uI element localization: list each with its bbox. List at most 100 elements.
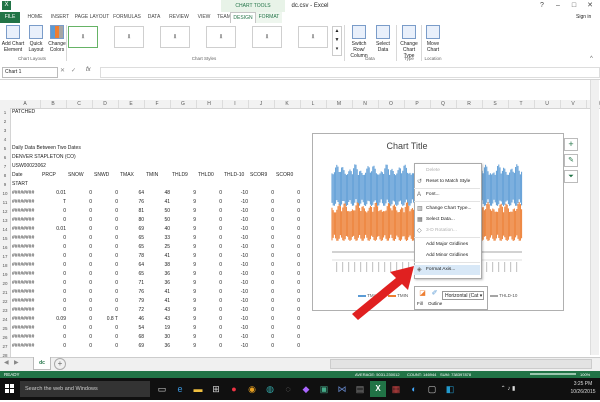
table-cell[interactable]: 0 <box>94 189 118 198</box>
table-cell[interactable]: 0 <box>276 297 300 306</box>
table-cell[interactable]: ######## <box>12 216 40 225</box>
tab-file[interactable]: FILE <box>0 12 20 23</box>
close-icon[interactable]: ✕ <box>582 0 598 12</box>
table-cell[interactable]: 0 <box>276 252 300 261</box>
row-header[interactable]: 14 <box>0 225 10 234</box>
table-cell[interactable]: ######## <box>12 288 40 297</box>
table-cell[interactable]: 0 <box>198 333 222 342</box>
table-cell[interactable]: 0 <box>198 324 222 333</box>
column-label[interactable]: Date <box>12 171 40 180</box>
column-header-p[interactable]: P <box>404 100 431 108</box>
table-cell[interactable]: 0 <box>68 216 92 225</box>
table-cell[interactable]: -10 <box>224 252 248 261</box>
row-header[interactable]: 9 <box>0 180 10 189</box>
table-cell[interactable]: 40 <box>146 225 170 234</box>
row-header[interactable]: 4 <box>0 135 10 144</box>
table-cell[interactable]: 69 <box>120 342 144 351</box>
column-header-l[interactable]: L <box>300 100 327 108</box>
table-cell[interactable]: 0 <box>250 261 274 270</box>
menu-item-delete[interactable]: Delete <box>414 166 480 176</box>
tab-formulas[interactable]: FORMULAS <box>112 12 142 23</box>
taskbar-search[interactable]: Search the web and Windows <box>20 381 150 397</box>
chart-elements-button[interactable]: + <box>564 138 578 151</box>
row-header[interactable]: 12 <box>0 207 10 216</box>
table-cell[interactable]: 78 <box>120 252 144 261</box>
table-cell[interactable]: 0 <box>198 189 222 198</box>
table-cell[interactable]: 43 <box>146 306 170 315</box>
table-cell[interactable]: 0 <box>276 306 300 315</box>
tray-icons[interactable]: ⌃ ♪ ▮ <box>500 381 516 397</box>
table-cell[interactable]: 9 <box>172 342 196 351</box>
column-header-e[interactable]: E <box>118 100 145 108</box>
table-cell[interactable]: 0 <box>94 270 118 279</box>
table-cell[interactable]: 9 <box>172 270 196 279</box>
row-header[interactable]: 26 <box>0 333 10 342</box>
table-cell[interactable]: 0 <box>250 297 274 306</box>
column-header-i[interactable]: I <box>222 100 249 108</box>
table-cell[interactable]: 0 <box>68 315 92 324</box>
row-header[interactable]: 11 <box>0 198 10 207</box>
outline-pen-icon[interactable]: ✐ <box>430 289 439 298</box>
table-cell[interactable]: 0 <box>68 261 92 270</box>
table-cell[interactable]: 0 <box>250 234 274 243</box>
zoom-level[interactable]: 100% <box>580 371 590 378</box>
row-header[interactable]: 18 <box>0 261 10 270</box>
table-cell[interactable]: 36 <box>146 342 170 351</box>
excel-taskbar-icon[interactable]: X <box>370 381 386 397</box>
table-cell[interactable]: 0 <box>198 243 222 252</box>
table-cell[interactable]: 0 <box>68 243 92 252</box>
table-cell[interactable]: ######## <box>12 270 40 279</box>
table-cell[interactable]: -10 <box>224 189 248 198</box>
column-label[interactable]: TMIN <box>146 171 170 180</box>
cell-station-id[interactable]: USW00023062 <box>12 162 70 171</box>
table-cell[interactable]: 0 <box>198 225 222 234</box>
table-cell[interactable]: 41 <box>146 252 170 261</box>
row-header[interactable]: 25 <box>0 324 10 333</box>
table-cell[interactable]: ######## <box>12 342 40 351</box>
maximize-icon[interactable]: □ <box>566 0 582 12</box>
table-cell[interactable]: 43 <box>146 315 170 324</box>
column-header-s[interactable]: S <box>482 100 509 108</box>
table-cell[interactable]: 0 <box>250 333 274 342</box>
table-cell[interactable]: 0 <box>42 288 66 297</box>
chart-element-select[interactable]: Horizontal (Cat ▾ <box>442 291 484 300</box>
tab-format[interactable]: FORMAT <box>256 12 282 23</box>
table-cell[interactable]: -10 <box>224 270 248 279</box>
table-cell[interactable]: -10 <box>224 288 248 297</box>
column-label[interactable]: SCOR0 <box>276 171 300 180</box>
table-cell[interactable]: 9 <box>172 225 196 234</box>
app-icon-red[interactable]: ● <box>226 381 242 397</box>
chart-style-4[interactable]: ⫫ <box>206 26 236 48</box>
table-cell[interactable]: 30 <box>146 333 170 342</box>
app-icon-gray[interactable]: ◌ <box>280 381 296 397</box>
zoom-slider[interactable] <box>530 373 576 375</box>
row-header[interactable]: 10 <box>0 189 10 198</box>
table-cell[interactable]: 0 <box>198 216 222 225</box>
column-header-q[interactable]: Q <box>430 100 457 108</box>
column-label[interactable]: PRCP <box>42 171 66 180</box>
row-header[interactable]: 27 <box>0 342 10 351</box>
table-cell[interactable]: 9 <box>172 252 196 261</box>
table-cell[interactable]: 69 <box>120 225 144 234</box>
table-cell[interactable]: 9 <box>172 315 196 324</box>
table-cell[interactable]: 0 <box>250 252 274 261</box>
horizontal-scrollbar[interactable] <box>330 359 592 369</box>
move-chart-button[interactable]: Move Chart <box>423 25 443 55</box>
switch-row-column-button[interactable]: Switch Row/ Column <box>346 25 372 59</box>
table-cell[interactable]: 0 <box>276 198 300 207</box>
table-cell[interactable]: 0 <box>42 270 66 279</box>
table-cell[interactable]: 0 <box>198 342 222 351</box>
table-cell[interactable]: 0 <box>94 324 118 333</box>
row-header[interactable]: 20 <box>0 279 10 288</box>
column-header-n[interactable]: N <box>352 100 379 108</box>
table-cell[interactable]: -10 <box>224 198 248 207</box>
table-cell[interactable]: 0 <box>198 261 222 270</box>
help-button[interactable]: ? <box>534 0 550 12</box>
name-box[interactable]: Chart 1 <box>2 67 58 78</box>
table-cell[interactable]: 0.09 <box>42 315 66 324</box>
sheet-prev-icon[interactable]: ◀ <box>4 359 9 366</box>
table-cell[interactable]: 0 <box>68 297 92 306</box>
table-cell[interactable]: 0 <box>42 297 66 306</box>
app-icon-blue[interactable]: ◐ <box>406 381 422 397</box>
table-cell[interactable]: 0 <box>94 333 118 342</box>
